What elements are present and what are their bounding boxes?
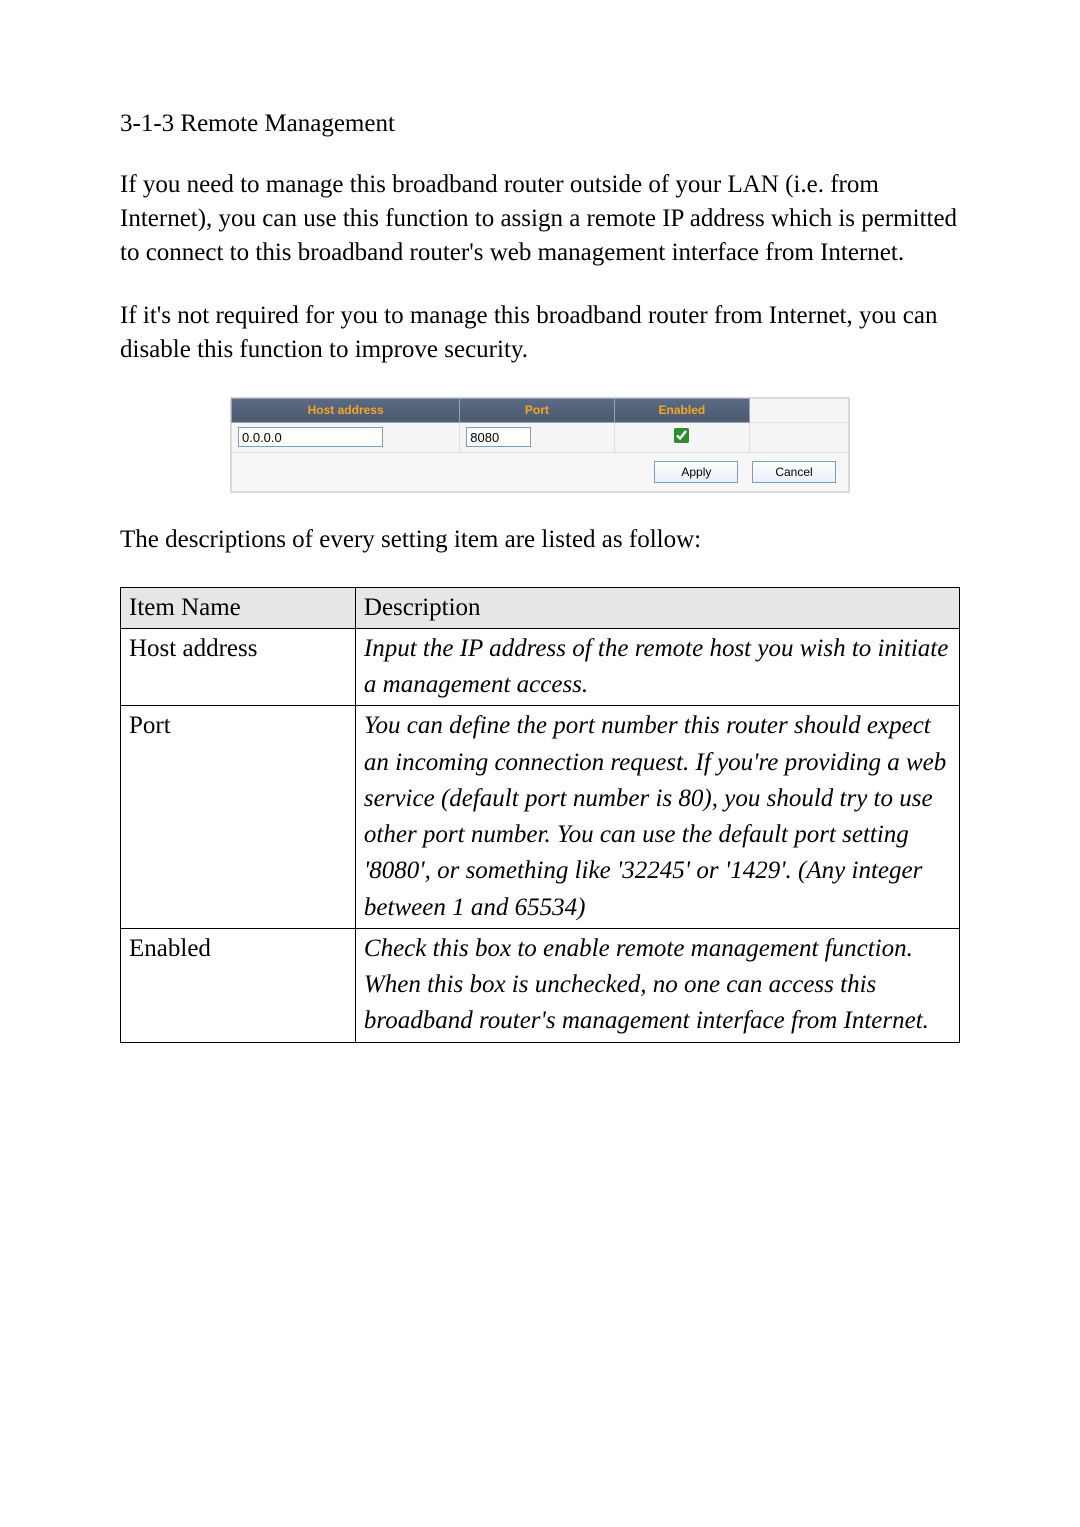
col-header-enabled: Enabled [614, 398, 750, 422]
cell-description: Check this box to enable remote manageme… [355, 928, 959, 1042]
col-header-host: Host address [232, 398, 460, 422]
settings-description-table: Item Name Description Host address Input… [120, 587, 960, 1043]
table-header-item-name: Item Name [121, 587, 356, 628]
cancel-button[interactable]: Cancel [752, 461, 836, 483]
cell-description: You can define the port number this rout… [355, 706, 959, 929]
apply-button[interactable]: Apply [654, 461, 738, 483]
port-input[interactable] [466, 427, 531, 447]
table-header-description: Description [355, 587, 959, 628]
cell-description: Input the IP address of the remote host … [355, 628, 959, 706]
cell-item-name: Host address [121, 628, 356, 706]
paragraph-intro-2: If it's not required for you to manage t… [120, 299, 960, 367]
paragraph-table-intro: The descriptions of every setting item a… [120, 523, 960, 557]
table-header-row: Item Name Description [121, 587, 960, 628]
table-row: Enabled Check this box to enable remote … [121, 928, 960, 1042]
section-title: 3-1-3 Remote Management [120, 110, 960, 138]
enabled-checkbox[interactable] [674, 428, 689, 443]
col-header-port: Port [460, 398, 614, 422]
table-row: Host address Input the IP address of the… [121, 628, 960, 706]
table-row: Port You can define the port number this… [121, 706, 960, 929]
remote-management-panel: Host address Port Enabled Apply Cancel [230, 397, 850, 493]
col-header-empty [750, 398, 849, 422]
cell-item-name: Enabled [121, 928, 356, 1042]
host-address-input[interactable] [238, 427, 383, 447]
cell-item-name: Port [121, 706, 356, 929]
paragraph-intro-1: If you need to manage this broadband rou… [120, 168, 960, 269]
